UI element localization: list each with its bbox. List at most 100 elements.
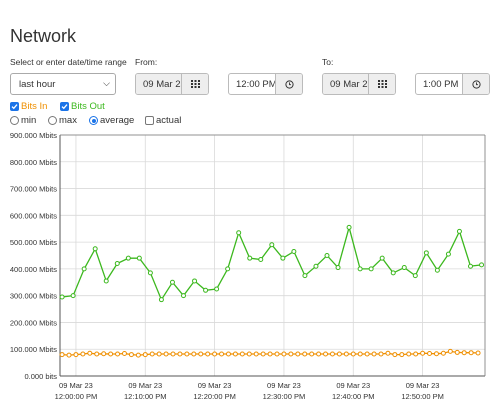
- bits-in-point: [364, 351, 370, 357]
- bits-in-point: [59, 352, 65, 358]
- bits-in-point: [108, 351, 114, 357]
- bits-out-point: [203, 287, 209, 293]
- bits-out-point: [434, 267, 440, 273]
- bits-in-point: [66, 352, 72, 358]
- bits-out-point: [258, 257, 264, 263]
- y-tick-label: 800.000 Mbits: [10, 158, 57, 167]
- bits-in-point: [399, 352, 405, 358]
- bits-in-point: [198, 351, 204, 357]
- y-tick-label: 300.000 Mbits: [10, 292, 57, 301]
- y-tick-label: 200.000 Mbits: [10, 318, 57, 327]
- bits-out-point: [136, 255, 142, 261]
- x-tick-time: 12:20:00 PM: [193, 392, 236, 401]
- bits-out-point: [280, 255, 286, 261]
- x-tick-date: 09 Mar 23: [406, 381, 440, 390]
- bits-in-point: [177, 351, 183, 357]
- bits-in-point: [246, 351, 252, 357]
- bits-in-point: [447, 348, 453, 354]
- y-tick-label: 400.000 Mbits: [10, 265, 57, 274]
- bits-in-point: [406, 351, 412, 357]
- bits-out-point: [456, 228, 462, 234]
- bits-in-point: [121, 351, 127, 357]
- bits-in-point: [316, 351, 322, 357]
- bits-out-point: [147, 270, 153, 276]
- bits-in-point: [323, 351, 329, 357]
- bits-in-point: [454, 349, 460, 355]
- y-tick-label: 600.000 Mbits: [10, 211, 57, 220]
- bits-in-point: [232, 351, 238, 357]
- network-chart: 0.000 bits 100.000 Mbits 200.000 Mbits 300.…: [10, 131, 486, 401]
- bits-in-point: [267, 351, 273, 357]
- bits-out-point: [70, 293, 76, 299]
- x-tick-time: 12:40:00 PM: [332, 392, 375, 401]
- bits-in-point: [350, 351, 356, 357]
- bits-in-point: [378, 351, 384, 357]
- bits-out-point: [192, 278, 198, 284]
- bits-out-point: [357, 266, 363, 272]
- bits-in-point: [413, 351, 419, 357]
- bits-out-point: [412, 273, 418, 279]
- x-tick-time: 12:00:00 PM: [55, 392, 98, 401]
- bits-in-point: [385, 350, 391, 356]
- bits-in-point: [191, 351, 197, 357]
- bits-in-point: [420, 350, 426, 356]
- bits-in-point: [205, 351, 211, 357]
- bits-out-point: [114, 261, 120, 267]
- x-tick-date: 09 Mar 23: [128, 381, 162, 390]
- bits-in-point: [80, 351, 86, 357]
- bits-out-point: [467, 263, 473, 269]
- bits-out-point: [445, 251, 451, 257]
- bits-out-point: [390, 270, 396, 276]
- bits-in-point: [371, 351, 377, 357]
- y-tick-label: 0.000 bits: [24, 372, 57, 381]
- x-tick-time: 12:10:00 PM: [124, 392, 167, 401]
- bits-in-point: [433, 351, 439, 357]
- y-tick-label: 100.000 Mbits: [10, 345, 57, 354]
- bits-out-point: [346, 224, 352, 230]
- bits-in-point: [295, 351, 301, 357]
- bits-in-point: [274, 351, 280, 357]
- bits-in-point: [163, 351, 169, 357]
- bits-in-point: [427, 351, 433, 357]
- bits-out-point: [401, 265, 407, 271]
- bits-in-point: [343, 351, 349, 357]
- bits-out-point: [479, 262, 485, 268]
- bits-in-point: [253, 351, 259, 357]
- bits-out-point: [125, 255, 131, 261]
- bits-in-point: [239, 351, 245, 357]
- bits-in-point: [101, 351, 107, 357]
- bits-in-point: [468, 350, 474, 356]
- bits-in-point: [170, 351, 176, 357]
- x-tick-date: 09 Mar 23: [198, 381, 232, 390]
- bits-in-point: [288, 351, 294, 357]
- bits-in-point: [142, 352, 148, 358]
- bits-in-point: [94, 351, 100, 357]
- bits-in-point: [329, 351, 335, 357]
- bits-in-point: [440, 350, 446, 356]
- bits-out-point: [92, 246, 98, 252]
- y-tick-label: 900.000 Mbits: [10, 131, 57, 140]
- bits-out-point: [368, 266, 374, 272]
- bits-in-point: [309, 351, 315, 357]
- bits-out-point: [313, 263, 319, 269]
- bits-out-point: [335, 265, 341, 271]
- bits-in-point: [336, 351, 342, 357]
- x-tick-date: 09 Mar 23: [59, 381, 93, 390]
- bits-out-point: [423, 250, 429, 256]
- bits-in-point: [212, 351, 218, 357]
- bits-in-point: [225, 351, 231, 357]
- bits-out-point: [214, 286, 220, 292]
- bits-out-point: [181, 293, 187, 299]
- bits-in-point: [281, 351, 287, 357]
- bits-out-point: [158, 297, 164, 303]
- bits-out-point: [59, 294, 65, 300]
- bits-in-point: [135, 352, 141, 358]
- bits-out-point: [324, 253, 330, 258]
- bits-in-point: [302, 351, 308, 357]
- bits-in-point: [357, 351, 363, 357]
- bits-out-point: [169, 279, 175, 285]
- bits-in-point: [115, 351, 121, 357]
- bits-in-point: [392, 352, 398, 358]
- bits-out-point: [379, 255, 385, 261]
- x-tick-time: 12:30:00 PM: [263, 392, 306, 401]
